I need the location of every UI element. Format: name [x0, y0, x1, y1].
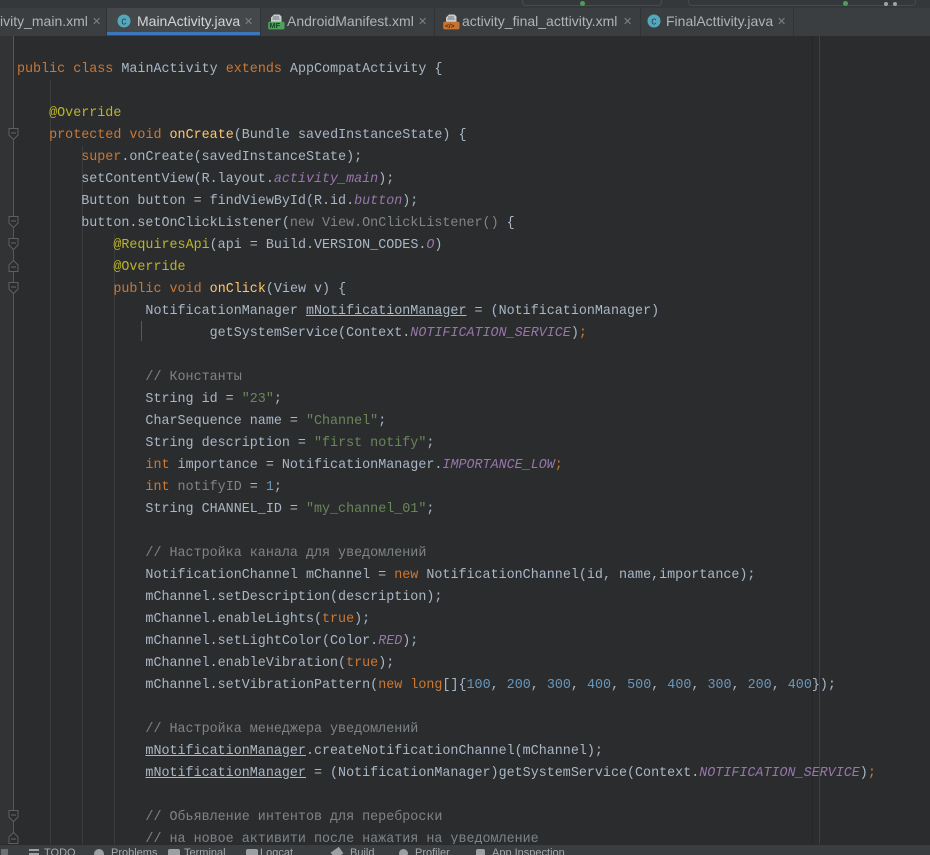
svg-text:</>: </> — [445, 23, 455, 30]
svg-text:MF: MF — [269, 21, 280, 30]
svg-text:C: C — [651, 18, 657, 28]
svg-text:C: C — [121, 18, 127, 28]
